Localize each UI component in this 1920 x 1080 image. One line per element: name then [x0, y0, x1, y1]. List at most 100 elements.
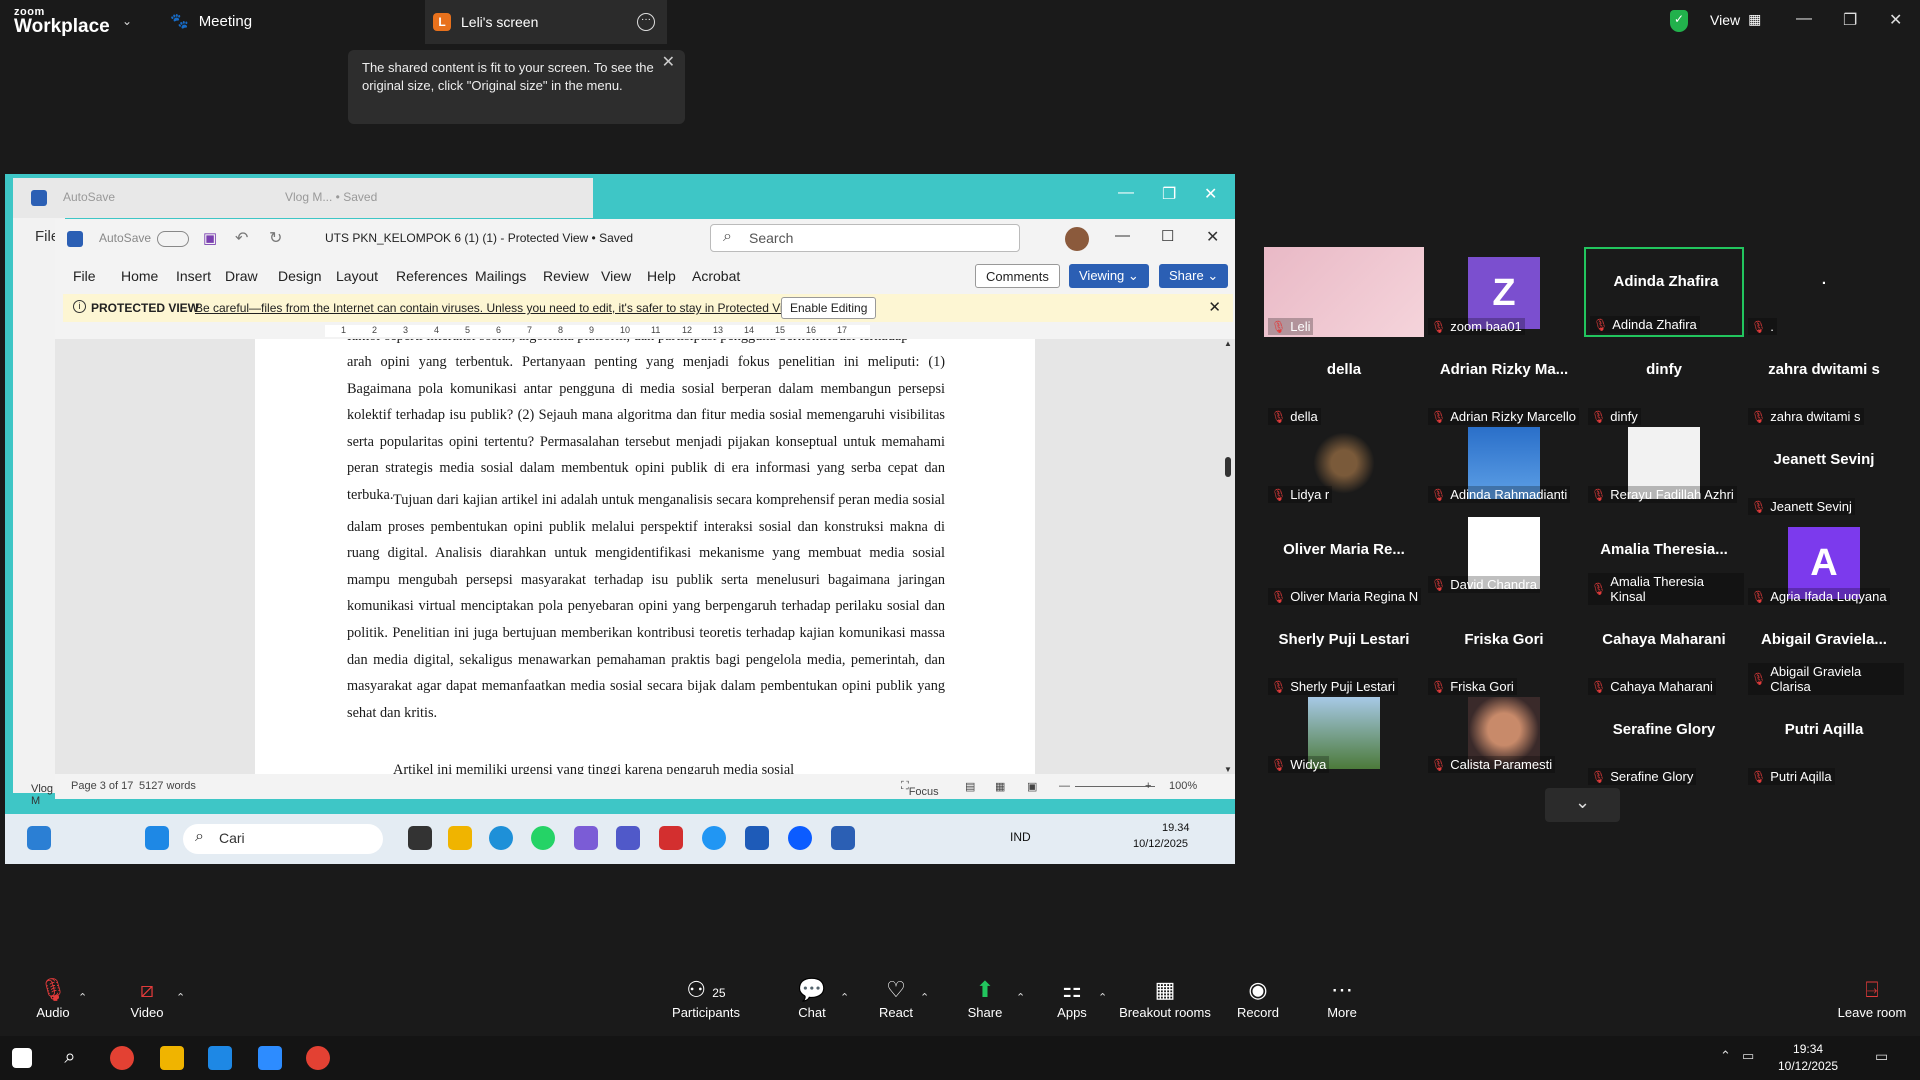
apps-button[interactable]: ⚏ Apps [1048, 975, 1096, 1020]
file-explorer-icon[interactable] [160, 1046, 184, 1070]
chevron-down-icon[interactable]: ⌄ [122, 14, 132, 28]
tab-file[interactable]: File [73, 268, 96, 284]
leave-room-button[interactable]: ⍈ Leave room [1832, 975, 1912, 1020]
audio-options-icon[interactable]: ⌃ [78, 991, 87, 1004]
scroll-up-icon[interactable]: ▲ [1224, 339, 1232, 348]
explorer-icon[interactable] [448, 826, 472, 850]
tab-draw[interactable]: Draw [225, 268, 258, 284]
focus-button[interactable]: ⛶ Focus [901, 780, 939, 798]
search-icon[interactable]: ⌕ [58, 1046, 82, 1070]
scroll-down-icon[interactable]: ▼ [1224, 765, 1232, 774]
read-mode-icon[interactable]: ▤ [965, 780, 975, 793]
tab-view[interactable]: View [601, 268, 631, 284]
undo-icon[interactable]: ↶ [235, 228, 248, 248]
language-indicator[interactable]: IND [1010, 830, 1031, 844]
screen-share-tab[interactable]: L Leli's screen ··· [425, 0, 667, 44]
whatsapp-icon[interactable] [531, 826, 555, 850]
participant-tile[interactable]: 🎙 Leli [1264, 247, 1424, 337]
tab-insert[interactable]: Insert [176, 268, 211, 284]
meeting-tab[interactable]: 🐾 Meeting [170, 12, 252, 31]
security-shield-icon[interactable] [1670, 10, 1688, 32]
app-icon[interactable] [208, 1046, 232, 1070]
participant-tile[interactable]: 🎙 Lidya r [1268, 427, 1380, 503]
save-icon[interactable]: ▣ [203, 229, 217, 247]
close-icon[interactable]: ✕ [1208, 298, 1221, 316]
participant-tile[interactable]: dinfy 🎙 dinfy [1584, 337, 1744, 427]
tab-help[interactable]: Help [647, 268, 676, 284]
participant-tile[interactable]: Adrian Rizky Ma... 🎙 Adrian Rizky Marcello [1424, 337, 1584, 427]
minimize-icon[interactable]: — [1115, 227, 1130, 244]
participant-tile[interactable]: 🎙 Adinda Rahmadianti [1428, 427, 1571, 503]
share-button[interactable]: Share ⌄ [1159, 264, 1229, 288]
store-icon[interactable] [702, 826, 726, 850]
more-options-icon[interactable]: ··· [637, 13, 655, 31]
apps-options-icon[interactable]: ⌃ [1098, 991, 1107, 1004]
avatar[interactable] [1065, 227, 1089, 251]
zoom-app-icon[interactable] [788, 826, 812, 850]
zoom-out-icon[interactable]: — [1059, 780, 1070, 792]
chat-button[interactable]: 💬 Chat [788, 975, 836, 1020]
participant-tile[interactable]: Z 🎙 zoom baa01 [1424, 247, 1584, 337]
comments-button[interactable]: Comments [975, 264, 1060, 288]
enable-editing-button[interactable]: Enable Editing [781, 297, 877, 319]
autosave-toggle[interactable] [157, 231, 189, 247]
react-button[interactable]: ♡ React [872, 975, 920, 1020]
participant-tile[interactable]: Friska Gori 🎙 Friska Gori [1424, 607, 1584, 697]
more-button[interactable]: ⋯ More [1314, 975, 1370, 1020]
participant-tile[interactable]: 🎙 Widya [1268, 697, 1380, 773]
share-options-icon[interactable]: ⌃ [1016, 991, 1025, 1004]
mcafee-icon[interactable] [659, 826, 683, 850]
search-input[interactable]: ⌕ Search [710, 224, 1020, 252]
participant-tile[interactable]: 🎙 Rerayu Fadillah Azhri [1588, 427, 1737, 503]
participant-tile[interactable]: Serafine Glory 🎙 Serafine Glory [1584, 697, 1744, 787]
system-clock[interactable]: 19:34 10/12/2025 [1778, 1041, 1838, 1075]
participant-tile[interactable]: Oliver Maria Re... 🎙 Oliver Maria Regina N [1264, 517, 1424, 607]
protected-view-message[interactable]: Be careful—files from the Internet can c… [195, 301, 801, 315]
start-icon[interactable] [145, 826, 169, 850]
notification-icon[interactable]: ▭ [1875, 1048, 1888, 1065]
view-button[interactable]: View ▦ [1710, 11, 1761, 28]
chrome-window-icon[interactable] [306, 1046, 330, 1070]
word-count[interactable]: 5127 words [139, 780, 196, 792]
record-button[interactable]: ◉ Record [1228, 975, 1288, 1020]
close-icon[interactable]: ✕ [1204, 184, 1217, 204]
document-page[interactable]: faktor seperti interaksi sosial, algorit… [255, 339, 1035, 774]
participant-tile[interactable]: Sherly Puji Lestari 🎙 Sherly Puji Lestari [1264, 607, 1424, 697]
participants-button[interactable]: ⚇ 25 Participants [670, 975, 742, 1020]
video-button[interactable]: ⧄ Video [122, 975, 172, 1020]
participant-tile[interactable]: 🎙 Calista Paramesti [1428, 697, 1556, 773]
maximize-icon[interactable]: ☐ [1161, 227, 1174, 245]
participant-tile[interactable]: Putri Aqilla 🎙 Putri Aqilla [1744, 697, 1904, 787]
participant-tile[interactable]: Abigail Graviela... 🎙 Abigail Graviela Cla… [1744, 607, 1904, 697]
web-layout-icon[interactable]: ▣ [1027, 780, 1037, 793]
tab-references[interactable]: References [396, 268, 468, 284]
print-layout-icon[interactable]: ▦ [995, 780, 1005, 793]
minimize-icon[interactable]: — [1796, 10, 1812, 28]
participant-tile[interactable]: . 🎙. [1744, 247, 1904, 337]
tray-chevron-icon[interactable]: ⌃ [1720, 1048, 1731, 1064]
teams-icon[interactable] [616, 826, 640, 850]
participant-tile[interactable]: zahra dwitami s 🎙 zahra dwitami s [1744, 337, 1904, 427]
edge-icon[interactable] [489, 826, 513, 850]
tab-layout[interactable]: Layout [336, 268, 378, 284]
zoom-taskbar-icon[interactable] [258, 1046, 282, 1070]
redo-icon[interactable]: ↻ [269, 228, 282, 248]
share-screen-button[interactable]: ⬆ Share [960, 975, 1010, 1020]
vertical-scrollbar[interactable]: ▲ ▼ [1223, 339, 1233, 774]
chat-options-icon[interactable]: ⌃ [840, 991, 849, 1004]
participant-tile[interactable]: Amalia Theresia... 🎙 Amalia Theresia Kinsa… [1584, 517, 1744, 607]
document-title[interactable]: UTS PKN_KELOMPOK 6 (1) (1) - Protected V… [325, 231, 633, 245]
zoom-slider[interactable] [1075, 786, 1155, 787]
participant-tile[interactable]: Jeanett Sevinj 🎙 Jeanett Sevinj [1744, 427, 1904, 517]
audio-button[interactable]: 🎙 Audio [28, 975, 78, 1020]
taskbar-search[interactable]: ⌕ Cari [183, 824, 383, 854]
windows-start-icon[interactable] [12, 1048, 32, 1068]
word-taskbar-icon[interactable] [831, 826, 855, 850]
outlook-icon[interactable] [745, 826, 769, 850]
tab-acrobat[interactable]: Acrobat [692, 268, 740, 284]
close-icon[interactable]: ✕ [1889, 10, 1902, 30]
tab-home[interactable]: Home [121, 268, 158, 284]
page-info[interactable]: Page 3 of 17 [71, 780, 133, 792]
zoom-level[interactable]: 100% [1169, 780, 1197, 792]
tab-design[interactable]: Design [278, 268, 322, 284]
